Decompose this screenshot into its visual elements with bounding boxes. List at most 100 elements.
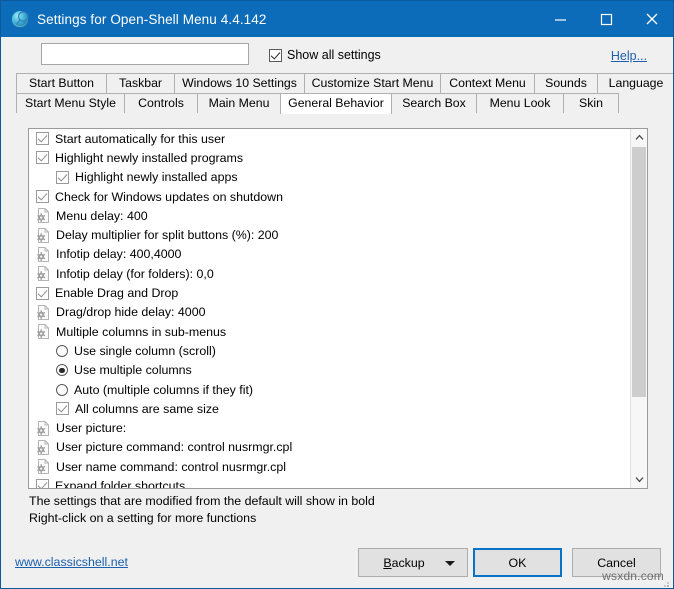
setting-checkbox[interactable]	[36, 287, 49, 300]
close-button[interactable]	[629, 1, 674, 37]
setting-checkbox[interactable]	[36, 151, 49, 164]
setting-row[interactable]: All columns are same size	[29, 399, 630, 418]
setting-row[interactable]: Use single column (scroll)	[29, 341, 630, 360]
setting-label: Highlight newly installed programs	[55, 151, 243, 165]
minimize-button[interactable]	[537, 1, 583, 37]
checkbox-icon[interactable]	[56, 402, 69, 415]
checkbox-icon[interactable]	[36, 132, 49, 145]
settings-list-panel[interactable]: Start automatically for this user Highlig…	[28, 128, 648, 489]
tab-main-menu[interactable]: Main Menu	[197, 93, 281, 113]
show-all-settings-checkbox[interactable]	[269, 49, 282, 62]
setting-row[interactable]: Drag/drop hide delay: 4000	[29, 303, 630, 322]
setting-radio[interactable]	[56, 364, 68, 376]
search-input[interactable]	[41, 43, 249, 65]
tab-menu-look[interactable]: Menu Look	[476, 93, 564, 113]
setting-label: Drag/drop hide delay: 4000	[56, 305, 205, 319]
tab-start-button[interactable]: Start Button	[16, 73, 107, 93]
setting-row[interactable]: Highlight newly installed programs	[29, 148, 630, 167]
setting-row[interactable]: User picture command: control nusrmgr.cp…	[29, 438, 630, 457]
setting-row[interactable]: Use multiple columns	[29, 361, 630, 380]
tab-label: Sounds	[545, 76, 587, 90]
setting-checkbox[interactable]	[36, 479, 49, 488]
checkbox-icon[interactable]	[36, 151, 49, 164]
setting-checkbox[interactable]	[36, 190, 49, 203]
radio-icon[interactable]	[56, 384, 68, 396]
setting-row[interactable]: Menu delay: 400	[29, 206, 630, 225]
setting-label: Enable Drag and Drop	[55, 286, 178, 300]
setting-checkbox[interactable]	[56, 171, 69, 184]
chevron-down-icon[interactable]	[445, 561, 455, 566]
gear-page-icon	[36, 440, 50, 455]
scroll-down-arrow-icon[interactable]	[631, 471, 647, 488]
help-link[interactable]: Help...	[611, 49, 647, 63]
tab-label: Start Button	[29, 76, 94, 90]
tab-label: Search Box	[402, 96, 466, 110]
checkbox-icon[interactable]	[56, 171, 69, 184]
setting-row[interactable]: User name command: control nusrmgr.cpl	[29, 457, 630, 476]
setting-label: User picture:	[56, 421, 126, 435]
setting-row[interactable]: Infotip delay: 400,4000	[29, 245, 630, 264]
tab-controls[interactable]: Controls	[124, 93, 198, 113]
scroll-up-arrow-icon[interactable]	[631, 129, 647, 146]
hint-text: The settings that are modified from the …	[29, 493, 375, 527]
radio-icon[interactable]	[56, 364, 68, 376]
setting-radio[interactable]	[56, 345, 68, 357]
tab-sounds[interactable]: Sounds	[534, 73, 598, 93]
checkbox-icon[interactable]	[36, 287, 49, 300]
setting-row[interactable]: Start automatically for this user	[29, 129, 630, 148]
setting-row[interactable]: Check for Windows updates on shutdown	[29, 187, 630, 206]
checkbox-icon[interactable]	[36, 190, 49, 203]
settings-list-scrollbar[interactable]	[630, 129, 647, 488]
tab-general-behavior[interactable]: General Behavior	[280, 93, 392, 114]
setting-label: All columns are same size	[75, 402, 219, 416]
show-all-settings-toggle[interactable]: Show all settings	[269, 48, 381, 62]
setting-row[interactable]: Highlight newly installed apps	[29, 168, 630, 187]
tab-start-menu-style[interactable]: Start Menu Style	[16, 93, 125, 113]
setting-row[interactable]: Delay multiplier for split buttons (%): …	[29, 225, 630, 244]
settings-list: Start automatically for this user Highlig…	[29, 129, 630, 488]
tab-row-1: Start Button TaskbarWindows 10 SettingsCu…	[16, 73, 674, 93]
setting-row[interactable]: Enable Drag and Drop	[29, 283, 630, 302]
ok-button[interactable]: OK	[473, 548, 562, 577]
checkbox-icon[interactable]	[36, 479, 49, 488]
gear-page-icon	[36, 228, 50, 243]
settings-dialog: Settings for Open-Shell Menu 4.4.142 Sho…	[0, 0, 674, 589]
setting-label: Multiple columns in sub-menus	[56, 325, 226, 339]
gear-page-icon	[36, 324, 50, 339]
tab-skin[interactable]: Skin	[563, 93, 619, 113]
backup-button[interactable]: Backup	[358, 548, 468, 577]
tab-windows-10-settings[interactable]: Windows 10 Settings	[174, 73, 305, 93]
radio-icon[interactable]	[56, 345, 68, 357]
setting-row[interactable]: Multiple columns in sub-menus	[29, 322, 630, 341]
setting-checkbox[interactable]	[56, 402, 69, 415]
hint-line-2: Right-click on a setting for more functi…	[29, 510, 375, 527]
setting-label: Menu delay: 400	[56, 209, 148, 223]
setting-label: User name command: control nusrmgr.cpl	[56, 460, 286, 474]
setting-label: Use multiple columns	[74, 363, 192, 377]
resize-grip[interactable]	[660, 575, 670, 585]
setting-label: Infotip delay: 400,4000	[56, 247, 181, 261]
setting-row[interactable]: Auto (multiple columns if they fit)	[29, 380, 630, 399]
maximize-button[interactable]	[583, 1, 629, 37]
show-all-settings-label: Show all settings	[287, 48, 381, 62]
tab-taskbar[interactable]: Taskbar	[106, 73, 175, 93]
setting-label: User picture command: control nusrmgr.cp…	[56, 440, 292, 454]
setting-row[interactable]: Infotip delay (for folders): 0,0	[29, 264, 630, 283]
setting-checkbox[interactable]	[36, 132, 49, 145]
tab-label: Start Menu Style	[25, 96, 116, 110]
tab-label: Controls	[138, 96, 184, 110]
gear-page-icon	[36, 208, 50, 223]
setting-row[interactable]: Expand folder shortcuts	[29, 476, 630, 488]
setting-radio[interactable]	[56, 384, 68, 396]
tab-search-box[interactable]: Search Box	[391, 93, 477, 113]
scrollbar-thumb[interactable]	[632, 147, 646, 397]
classicshell-site-link[interactable]: www.classicshell.net	[15, 555, 128, 569]
setting-label: Infotip delay (for folders): 0,0	[56, 267, 214, 281]
tab-customize-start-menu[interactable]: Customize Start Menu	[304, 73, 441, 93]
watermark: wsxdn.com	[602, 569, 664, 583]
tab-context-menu[interactable]: Context Menu	[440, 73, 535, 93]
setting-row[interactable]: User picture:	[29, 418, 630, 437]
tab-language[interactable]: Language	[597, 73, 674, 93]
hint-line-1: The settings that are modified from the …	[29, 493, 375, 510]
gear-page-icon	[36, 421, 50, 436]
